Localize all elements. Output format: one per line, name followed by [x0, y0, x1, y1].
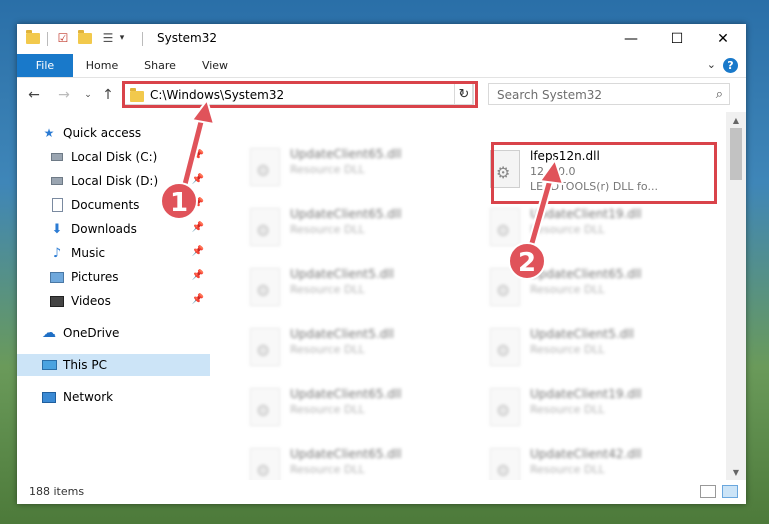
list-item-target-file[interactable]: ⚙ lfeps12n.dll 12.1.0.0 LEADTOOLS(r) DLL… — [478, 144, 708, 200]
search-box[interactable]: Search System32 ⌕ — [488, 83, 730, 105]
status-bar: 188 items — [17, 480, 746, 504]
search-input[interactable]: Search System32 — [497, 88, 602, 102]
file-version: 12.1.0.0 — [530, 165, 576, 178]
list-item[interactable]: ⚙ UpdateClient5.dll Resource DLL — [238, 322, 468, 374]
title-separator — [47, 32, 48, 46]
title-separator — [142, 32, 143, 46]
dll-file-icon: ⚙ — [490, 328, 520, 366]
dll-file-icon: ⚙ — [250, 268, 280, 306]
list-item[interactable]: ⚙ UpdateClient5.dll Resource DLL — [238, 262, 468, 314]
up-button[interactable]: ↑ — [99, 86, 117, 104]
pin-icon[interactable]: 📌 — [192, 150, 204, 161]
nav-network[interactable]: Network — [17, 386, 210, 408]
explorer-window: ☑ ☰ ▾ System32 — ☐ ✕ File Home Share Vie… — [17, 24, 746, 504]
callout-badge-2: 2 — [508, 242, 546, 280]
address-path[interactable]: C:\Windows\System32 — [150, 88, 284, 102]
close-button[interactable]: ✕ — [700, 24, 746, 54]
pin-icon[interactable]: 📌 — [192, 222, 204, 233]
dll-file-icon: ⚙ — [250, 388, 280, 426]
back-button[interactable]: ← — [25, 86, 43, 104]
tab-file[interactable]: File — [17, 54, 73, 77]
nav-quick-access[interactable]: ★ Quick access — [17, 122, 210, 144]
pin-icon[interactable]: 📌 — [192, 270, 204, 281]
file-name: lfeps12n.dll — [530, 149, 600, 163]
address-bar[interactable]: C:\Windows\System32 ⌄ — [123, 83, 473, 105]
nav-this-pc[interactable]: This PC — [17, 354, 210, 376]
computer-icon — [41, 357, 57, 373]
pin-icon[interactable]: 📌 — [192, 174, 204, 185]
videos-icon — [49, 293, 65, 309]
list-item[interactable]: ⚙ UpdateClient5.dll Resource DLL — [478, 322, 708, 374]
search-icon[interactable]: ⌕ — [716, 87, 723, 102]
dll-file-icon: ⚙ — [250, 208, 280, 246]
pin-icon[interactable]: 📌 — [192, 246, 204, 257]
scroll-thumb[interactable] — [730, 128, 742, 180]
pictures-icon — [49, 269, 65, 285]
pin-icon[interactable]: 📌 — [192, 294, 204, 305]
title-bar: ☑ ☰ ▾ System32 — ☐ ✕ — [17, 24, 746, 54]
customize-toolbar-icon[interactable]: ☰ — [101, 30, 115, 46]
minimize-button[interactable]: — — [608, 24, 654, 54]
list-item[interactable]: ⚙ UpdateClient19.dll Resource DLL — [478, 202, 708, 254]
tiles-view-icon[interactable] — [722, 485, 738, 498]
dll-file-icon: ⚙ — [250, 148, 280, 186]
vertical-scrollbar[interactable]: ▲ ▼ — [726, 112, 746, 480]
list-item[interactable]: ⚙ UpdateClient65.dll Resource DLL — [238, 142, 468, 194]
file-list: ⚙ UpdateClient65.dll Resource DLL ⚙ Upda… — [210, 112, 746, 486]
drive-icon — [49, 173, 65, 189]
ribbon-tabs: File Home Share View ⌄ ? — [17, 54, 746, 78]
list-item[interactable]: ⚙ UpdateClient19.dll Resource DLL — [478, 382, 708, 434]
tab-home[interactable]: Home — [79, 54, 125, 77]
callout-badge-1: 1 — [160, 182, 198, 220]
tab-view[interactable]: View — [193, 54, 237, 77]
expand-ribbon-icon[interactable]: ⌄ — [707, 58, 716, 71]
help-icon[interactable]: ? — [723, 58, 738, 73]
item-count: 188 items — [29, 485, 85, 498]
navigation-bar: ← → ⌄ ↑ C:\Windows\System32 ⌄ ↻ Search S… — [17, 78, 746, 112]
forward-button[interactable]: → — [55, 86, 73, 104]
nav-item-local-disk-c[interactable]: Local Disk (C:) 📌 — [17, 146, 210, 168]
dll-file-icon: ⚙ — [490, 150, 520, 188]
drive-icon — [49, 149, 65, 165]
star-icon: ★ — [43, 126, 55, 140]
maximize-button[interactable]: ☐ — [654, 24, 700, 54]
nav-item-pictures[interactable]: Pictures 📌 — [17, 266, 210, 288]
music-icon: ♪ — [52, 245, 62, 261]
documents-icon — [49, 197, 65, 213]
file-description: LEADTOOLS(r) DLL fo... — [530, 180, 658, 193]
downloads-icon: ⬇ — [51, 221, 63, 237]
refresh-button[interactable]: ↻ — [454, 83, 474, 105]
folder-icon — [25, 29, 41, 46]
dll-file-icon: ⚙ — [250, 328, 280, 366]
navigation-pane: ★ Quick access Local Disk (C:) 📌 Local D… — [17, 112, 210, 480]
dll-file-icon: ⚙ — [490, 388, 520, 426]
nav-item-videos[interactable]: Videos 📌 — [17, 290, 210, 312]
dll-file-icon: ⚙ — [490, 208, 520, 246]
recent-locations-button[interactable]: ⌄ — [79, 86, 97, 104]
network-icon — [41, 389, 57, 405]
list-item[interactable]: ⚙ UpdateClient65.dll Resource DLL — [238, 382, 468, 434]
folder-icon — [130, 88, 144, 102]
window-title: System32 — [157, 31, 218, 45]
nav-item-downloads[interactable]: ⬇ Downloads 📌 — [17, 218, 210, 240]
list-item[interactable]: ⚙ UpdateClient65.dll Resource DLL — [238, 202, 468, 254]
properties-icon[interactable]: ☑ — [55, 30, 71, 46]
nav-item-music[interactable]: ♪ Music 📌 — [17, 242, 210, 264]
cloud-icon: ☁ — [42, 325, 56, 341]
chevron-down-icon[interactable]: ▾ — [117, 30, 127, 46]
nav-onedrive[interactable]: ☁ OneDrive — [17, 322, 210, 344]
new-folder-icon[interactable] — [77, 29, 93, 46]
scroll-up-icon[interactable]: ▲ — [726, 112, 746, 128]
scroll-down-icon[interactable]: ▼ — [726, 464, 746, 480]
details-view-icon[interactable] — [700, 485, 716, 498]
tab-share[interactable]: Share — [135, 54, 185, 77]
